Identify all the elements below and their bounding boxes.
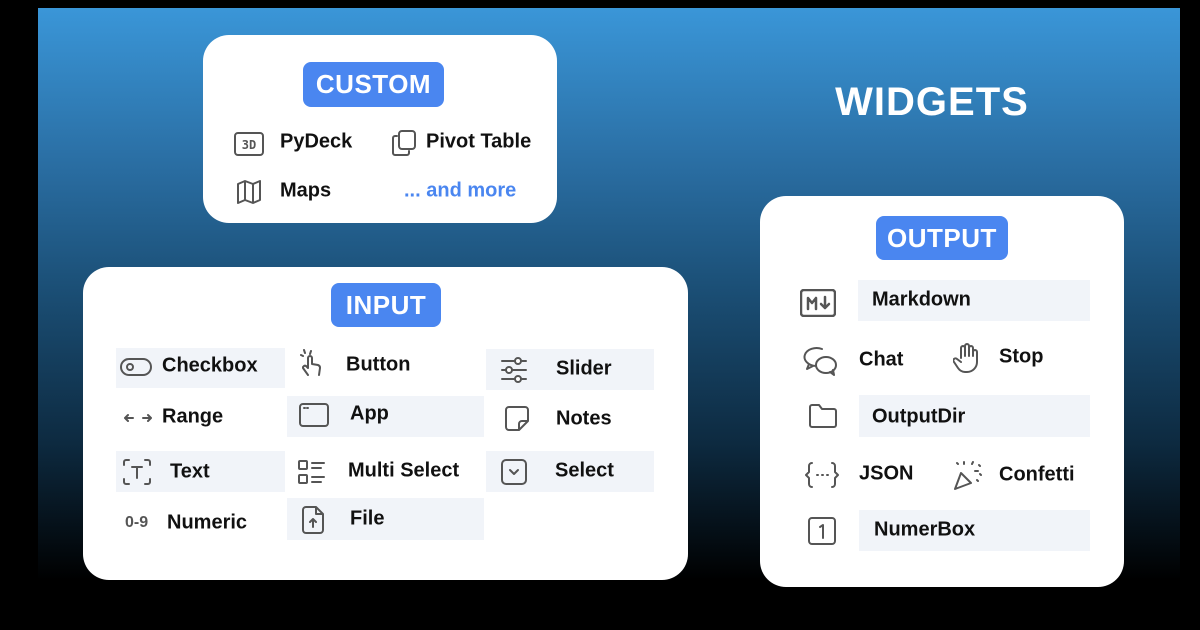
toggle-icon (120, 357, 152, 377)
hand-stop-icon (953, 342, 981, 374)
item-multi-select[interactable]: Multi Select (348, 460, 459, 483)
item-pivot-table[interactable]: Pivot Table (426, 131, 531, 154)
item-checkbox[interactable]: Checkbox (162, 355, 258, 378)
and-more-link[interactable]: ... and more (404, 180, 516, 203)
select-icon (501, 459, 527, 485)
copy-icon (391, 129, 417, 157)
braces-icon (805, 461, 839, 489)
custom-badge: CUSTOM (303, 62, 444, 107)
item-confetti[interactable]: Confetti (999, 464, 1075, 487)
item-json[interactable]: JSON (859, 463, 913, 486)
item-select[interactable]: Select (555, 460, 614, 483)
item-markdown[interactable]: Markdown (872, 289, 971, 312)
item-slider[interactable]: Slider (556, 358, 612, 381)
list-icon (298, 459, 326, 485)
item-text[interactable]: Text (170, 461, 210, 484)
3d-icon: 3D (234, 132, 264, 156)
item-pydeck[interactable]: PyDeck (280, 131, 352, 154)
item-numeric[interactable]: Numeric (167, 512, 247, 535)
input-badge: INPUT (331, 283, 441, 327)
number-box-icon (808, 517, 836, 545)
confetti-icon (953, 461, 985, 491)
map-icon (236, 180, 262, 204)
sliders-icon (500, 356, 528, 384)
output-badge: OUTPUT (876, 216, 1008, 260)
item-app[interactable]: App (350, 403, 389, 426)
chat-icon (802, 346, 838, 376)
hand-click-icon (299, 349, 323, 377)
item-maps[interactable]: Maps (280, 180, 331, 203)
file-upload-icon (302, 506, 324, 534)
item-file[interactable]: File (350, 508, 384, 531)
text-box-icon (122, 458, 152, 486)
page-title: WIDGETS (835, 80, 1029, 124)
item-notes[interactable]: Notes (556, 408, 612, 431)
item-stop[interactable]: Stop (999, 346, 1043, 369)
svg-text:3D: 3D (242, 138, 256, 152)
note-icon (505, 406, 529, 432)
item-outputdir[interactable]: OutputDir (872, 406, 965, 429)
item-numerbox[interactable]: NumerBox (874, 519, 975, 542)
markdown-icon (800, 289, 836, 317)
folder-icon (808, 403, 838, 429)
window-icon (299, 403, 329, 427)
item-chat[interactable]: Chat (859, 349, 903, 372)
item-range[interactable]: Range (162, 406, 223, 429)
item-button[interactable]: Button (346, 354, 410, 377)
numeric-icon: 0-9 (125, 514, 149, 531)
arrows-horizontal-icon (123, 412, 153, 424)
